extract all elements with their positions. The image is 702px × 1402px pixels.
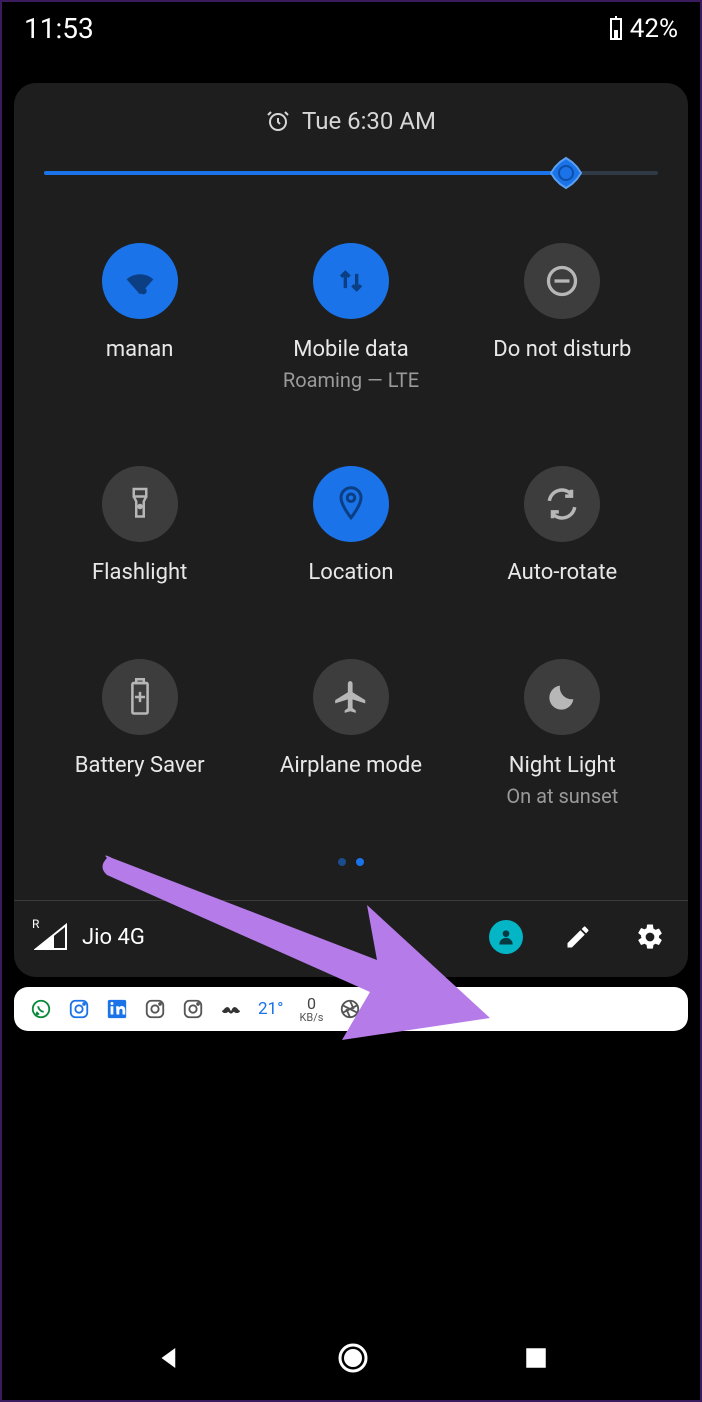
- nav-back-button[interactable]: [154, 1343, 184, 1373]
- tiles-grid: manan Mobile data Roaming — LTE Do not d…: [14, 205, 688, 828]
- edit-tiles-button[interactable]: [560, 919, 596, 955]
- aperture-icon: [339, 998, 361, 1020]
- status-right: 42%: [610, 14, 678, 44]
- tile-sublabel: On at sunset: [506, 784, 618, 808]
- back-triangle-icon: [154, 1343, 184, 1373]
- instagram-icon: [144, 998, 166, 1020]
- settings-button[interactable]: [632, 919, 668, 955]
- notification-strip[interactable]: 21° 0 KB/s: [14, 987, 688, 1031]
- signal-icon: R: [34, 923, 68, 951]
- alarm-icon: [266, 109, 290, 133]
- tile-label: Battery Saver: [75, 753, 205, 778]
- linkedin-icon: [106, 998, 128, 1020]
- home-circle-icon: [335, 1340, 371, 1376]
- recents-square-icon: [523, 1345, 549, 1371]
- dnd-icon: [524, 243, 600, 319]
- tile-night-light[interactable]: Night Light On at sunset: [457, 659, 668, 808]
- tile-location[interactable]: Location: [245, 466, 456, 585]
- tile-auto-rotate[interactable]: Auto-rotate: [457, 466, 668, 585]
- temperature: 21°: [258, 999, 283, 1019]
- tile-dnd[interactable]: Do not disturb: [457, 243, 668, 392]
- carrier-info[interactable]: R Jio 4G: [34, 923, 145, 951]
- battery-percent: 42%: [630, 14, 678, 44]
- nav-recents-button[interactable]: [523, 1345, 549, 1371]
- gear-icon: [635, 922, 665, 952]
- share-icon: [377, 998, 399, 1020]
- roaming-badge: R: [32, 917, 39, 931]
- mustache-icon: [220, 998, 242, 1020]
- whatsapp-icon: [30, 998, 52, 1020]
- tile-flashlight[interactable]: Flashlight: [34, 466, 245, 585]
- brightness-slider[interactable]: [14, 147, 688, 205]
- nav-bar: [2, 1330, 700, 1386]
- tile-sublabel: Roaming — LTE: [283, 368, 419, 392]
- network-speed: 0 KB/s: [299, 996, 323, 1023]
- tile-label: Location: [308, 560, 393, 585]
- user-icon: [489, 920, 523, 954]
- more-dot: [457, 1006, 463, 1012]
- tile-label: manan: [106, 337, 174, 362]
- slider-thumb[interactable]: [549, 156, 583, 190]
- tile-airplane-mode[interactable]: Airplane mode: [245, 659, 456, 808]
- alarm-text: Tue 6:30 AM: [302, 107, 436, 135]
- quick-settings-panel: Tue 6:30 AM manan Mobile data Roaming — …: [14, 83, 688, 977]
- tile-label: Do not disturb: [493, 337, 631, 362]
- tile-label: Flashlight: [92, 560, 187, 585]
- footer-actions: [488, 919, 668, 955]
- pencil-icon: [564, 923, 592, 951]
- battery-icon: [610, 18, 622, 40]
- tile-label: Mobile data: [293, 337, 408, 362]
- battery-saver-icon: [102, 659, 178, 735]
- instagram-icon: [182, 998, 204, 1020]
- flashlight-icon: [102, 466, 178, 542]
- panel-footer: R Jio 4G: [14, 901, 688, 977]
- slider-track: [44, 171, 658, 175]
- nav-home-button[interactable]: [335, 1340, 371, 1376]
- tile-wifi[interactable]: manan: [34, 243, 245, 392]
- page-indicator: [14, 828, 688, 900]
- user-switch-button[interactable]: [488, 919, 524, 955]
- alarm-row[interactable]: Tue 6:30 AM: [14, 83, 688, 147]
- telegram-icon: [415, 998, 437, 1020]
- moon-icon: [524, 659, 600, 735]
- tile-mobile-data[interactable]: Mobile data Roaming — LTE: [245, 243, 456, 392]
- page-dot: [356, 858, 364, 866]
- clock: 11:53: [24, 12, 94, 45]
- wifi-icon: [102, 243, 178, 319]
- tile-label: Auto-rotate: [507, 560, 617, 585]
- page-dot: [338, 858, 346, 866]
- tile-label: Night Light: [509, 753, 616, 778]
- data-arrows-icon: [313, 243, 389, 319]
- tile-battery-saver[interactable]: Battery Saver: [34, 659, 245, 808]
- slider-fill: [44, 171, 566, 175]
- airplane-icon: [313, 659, 389, 735]
- status-bar: 11:53 42%: [2, 2, 700, 55]
- rotate-icon: [524, 466, 600, 542]
- instagram-icon: [68, 998, 90, 1020]
- location-icon: [313, 466, 389, 542]
- carrier-label: Jio 4G: [82, 925, 145, 950]
- tile-label: Airplane mode: [280, 753, 422, 778]
